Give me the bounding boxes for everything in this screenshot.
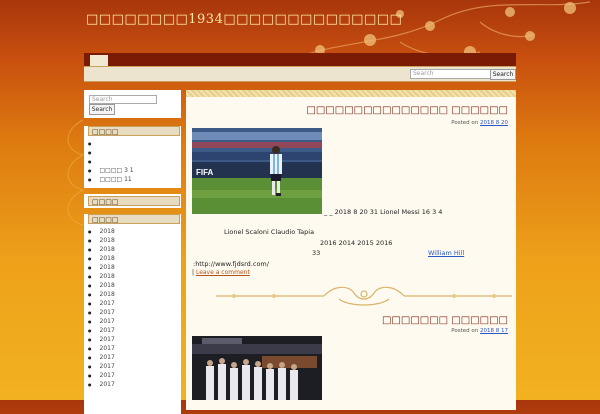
post-source-url: :http://www.fjdsrd.com/ bbox=[193, 260, 269, 268]
widget-item[interactable]: □□□□ 11 bbox=[88, 175, 134, 184]
widget-item[interactable]: □□□□ 3 1 bbox=[88, 166, 134, 175]
post-text-line3: 2016 2014 2015 2016 bbox=[320, 239, 393, 247]
post-title[interactable]: □□□□□□□□□□□□□□□ □□□□□□ bbox=[306, 105, 508, 116]
archive-item[interactable]: 2018 bbox=[88, 272, 115, 281]
sidebar-search-input[interactable]: Search bbox=[89, 95, 157, 104]
search-bar: Search Search bbox=[84, 66, 516, 82]
william-hill-link[interactable]: William Hill bbox=[428, 249, 464, 257]
archive-item[interactable]: 2017 bbox=[88, 380, 115, 389]
widget-item[interactable] bbox=[88, 157, 134, 166]
widget-list: □□□□ 3 1 □□□□ 11 bbox=[88, 139, 134, 184]
archive-item[interactable]: 2018 bbox=[88, 254, 115, 263]
post-text-line4: 33 bbox=[312, 249, 321, 257]
post-footer: | Leave a comment bbox=[192, 269, 250, 276]
archive-item[interactable]: 2017 bbox=[88, 308, 115, 317]
archive-item[interactable]: 2017 bbox=[88, 353, 115, 362]
widget-item[interactable] bbox=[88, 139, 134, 148]
archive-item[interactable]: 2017 bbox=[88, 371, 115, 380]
post-image-football[interactable]: FIFA bbox=[192, 128, 322, 214]
post-title[interactable]: □□□□□□□ □□□□□□ bbox=[382, 315, 508, 326]
comment-separator: | bbox=[192, 269, 195, 276]
leave-comment-link[interactable]: Leave a comment bbox=[196, 269, 250, 276]
content-top-stripe bbox=[186, 90, 516, 97]
nav-home-tab[interactable] bbox=[90, 55, 108, 66]
post-text-line2: Lionel Scaloni Claudio Tapia bbox=[224, 228, 315, 236]
archive-item[interactable]: 2017 bbox=[88, 299, 115, 308]
sidebar-widget-recent: □□□□ □□□□ 3 1 □□□□ 11 bbox=[84, 126, 181, 188]
archive-item[interactable]: 2017 bbox=[88, 344, 115, 353]
ornamental-divider-icon bbox=[216, 286, 512, 306]
archive-title: □□□□ bbox=[88, 214, 180, 224]
sidebar-widget-meta: □□□□ bbox=[84, 194, 181, 208]
widget-title: □□□□ bbox=[88, 196, 180, 206]
post-date-link[interactable]: 2018 8 17 bbox=[480, 328, 508, 334]
post-meta: Posted on 2018 8 20 bbox=[451, 120, 508, 126]
sidebar: Search Search □□□□ □□□□ 3 1 □□□□ 11 □□□□… bbox=[84, 90, 181, 414]
header-search-input[interactable]: Search bbox=[410, 69, 492, 79]
sidebar-search-button[interactable]: Search bbox=[89, 104, 115, 115]
archive-item[interactable]: 2018 bbox=[88, 281, 115, 290]
main-content: □□□□□□□□□□□□□□□ □□□□□□ Posted on 2018 8 … bbox=[186, 90, 516, 410]
archive-item[interactable]: 2018 bbox=[88, 227, 115, 236]
posted-label: Posted on bbox=[451, 120, 479, 126]
archive-item[interactable]: 2018 bbox=[88, 236, 115, 245]
site-title[interactable]: □□□□□□□□1934□□□□□□□□□□□□□□ bbox=[86, 12, 402, 27]
archive-list: 2018 2018 2018 2018 2018 2018 2018 2018 … bbox=[88, 227, 115, 389]
sidebar-widget-archive: □□□□ 2018 2018 2018 2018 2018 2018 2018 … bbox=[84, 214, 181, 414]
svg-text:FIFA: FIFA bbox=[196, 168, 214, 177]
posted-label: Posted on bbox=[451, 328, 479, 334]
widget-title: □□□□ bbox=[88, 126, 180, 136]
archive-item[interactable]: 2018 bbox=[88, 263, 115, 272]
post-image-basketball[interactable] bbox=[192, 336, 322, 400]
post-text-line1: _ _ 2018 8 20 31 Lionel Messi 16 3 4 bbox=[324, 208, 443, 216]
post-meta: Posted on 2018 8 17 bbox=[451, 328, 508, 334]
archive-item[interactable]: 2017 bbox=[88, 326, 115, 335]
archive-item[interactable]: 2018 bbox=[88, 290, 115, 299]
archive-item[interactable]: 2018 bbox=[88, 245, 115, 254]
archive-item[interactable]: 2017 bbox=[88, 335, 115, 344]
top-navigation-bar bbox=[84, 53, 516, 66]
archive-item[interactable]: 2017 bbox=[88, 362, 115, 371]
widget-item[interactable] bbox=[88, 148, 134, 157]
sidebar-search-widget: Search Search bbox=[84, 90, 181, 118]
archive-item[interactable]: 2017 bbox=[88, 317, 115, 326]
post-date-link[interactable]: 2018 8 20 bbox=[480, 120, 508, 126]
header-search-button[interactable]: Search bbox=[490, 69, 516, 80]
